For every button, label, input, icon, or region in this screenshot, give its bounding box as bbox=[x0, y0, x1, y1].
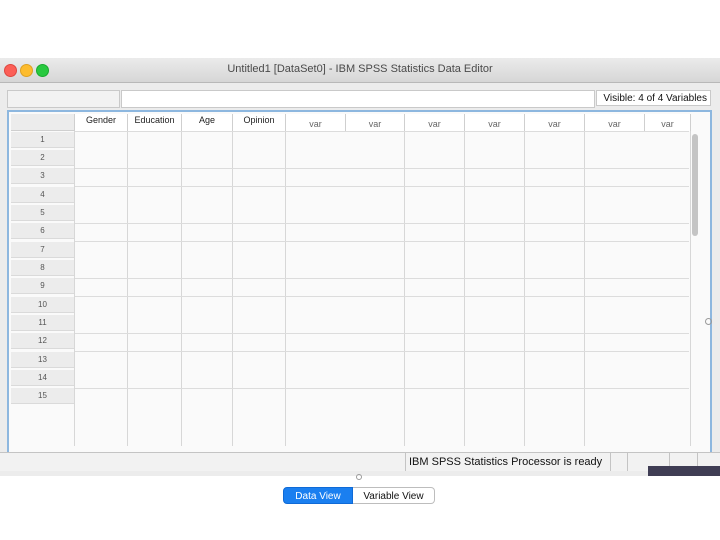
row-header[interactable]: 7 bbox=[11, 242, 74, 258]
title-bar: Untitled1 [DataSet0] - IBM SPSS Statisti… bbox=[0, 58, 720, 83]
row-header[interactable]: 2 bbox=[11, 150, 74, 166]
processor-status: IBM SPSS Statistics Processor is ready bbox=[405, 453, 611, 471]
splitter-handle-icon[interactable] bbox=[705, 318, 712, 325]
visible-variables-indicator: Visible: 4 of 4 Variables bbox=[596, 90, 711, 106]
row-header[interactable]: 4 bbox=[11, 187, 74, 203]
tab-data-view[interactable]: Data View bbox=[283, 487, 353, 504]
column-header-var[interactable]: var bbox=[286, 114, 346, 131]
row-divider bbox=[75, 131, 689, 132]
row-header[interactable]: 15 bbox=[11, 388, 74, 404]
column-header-age[interactable]: Age bbox=[182, 114, 233, 131]
column-divider bbox=[127, 131, 128, 446]
row-header[interactable]: 5 bbox=[11, 205, 74, 221]
row-header[interactable]: 12 bbox=[11, 333, 74, 349]
column-header-education[interactable]: Education bbox=[128, 114, 182, 131]
row-header[interactable]: 11 bbox=[11, 315, 74, 331]
column-header-var[interactable]: var bbox=[585, 114, 645, 131]
column-header-var[interactable]: var bbox=[525, 114, 585, 131]
desktop-background-strip bbox=[648, 466, 720, 476]
row-divider bbox=[75, 351, 689, 352]
status-bar: IBM SPSS Statistics Processor is ready bbox=[0, 452, 720, 471]
row-header[interactable]: 9 bbox=[11, 278, 74, 294]
data-grid[interactable]: Gender Education Age Opinion var var var… bbox=[7, 110, 712, 466]
column-header-opinion[interactable]: Opinion bbox=[233, 114, 286, 131]
column-header-gender[interactable]: Gender bbox=[75, 114, 128, 131]
row-divider bbox=[75, 333, 689, 334]
cell-reference-field[interactable] bbox=[7, 90, 120, 108]
row-header[interactable]: 3 bbox=[11, 168, 74, 184]
row-header[interactable]: 6 bbox=[11, 223, 74, 239]
cell-value-field[interactable] bbox=[121, 90, 595, 108]
row-header[interactable]: 1 bbox=[11, 132, 74, 148]
column-divider bbox=[181, 131, 182, 446]
status-segment bbox=[627, 453, 647, 471]
view-tabs: Data View Variable View bbox=[283, 487, 435, 504]
window-title: Untitled1 [DataSet0] - IBM SPSS Statisti… bbox=[227, 63, 493, 75]
row-header[interactable]: 10 bbox=[11, 297, 74, 313]
vertical-scrollbar[interactable] bbox=[692, 134, 698, 236]
grid-corner bbox=[11, 114, 75, 131]
column-divider bbox=[285, 131, 286, 446]
row-divider bbox=[75, 388, 689, 389]
column-divider bbox=[404, 131, 405, 446]
column-header-var[interactable]: var bbox=[405, 114, 465, 131]
row-divider bbox=[75, 278, 689, 279]
row-divider bbox=[75, 168, 689, 169]
column-divider bbox=[524, 131, 525, 446]
row-divider bbox=[75, 186, 689, 187]
column-divider bbox=[690, 131, 691, 446]
tab-variable-view[interactable]: Variable View bbox=[353, 487, 435, 504]
splitter-handle-icon[interactable] bbox=[356, 474, 362, 480]
row-divider bbox=[75, 296, 689, 297]
column-divider bbox=[232, 131, 233, 446]
row-divider bbox=[75, 241, 689, 242]
row-divider bbox=[75, 223, 689, 224]
spss-data-editor-window: Untitled1 [DataSet0] - IBM SPSS Statisti… bbox=[0, 58, 720, 504]
row-header[interactable]: 13 bbox=[11, 352, 74, 368]
column-divider bbox=[74, 131, 75, 446]
column-divider bbox=[584, 131, 585, 446]
row-header[interactable]: 8 bbox=[11, 260, 74, 276]
column-header-var[interactable]: var bbox=[465, 114, 525, 131]
row-header[interactable]: 14 bbox=[11, 370, 74, 386]
column-header-var[interactable]: var bbox=[346, 114, 405, 131]
column-divider bbox=[464, 131, 465, 446]
column-header-var[interactable]: var bbox=[645, 114, 691, 131]
